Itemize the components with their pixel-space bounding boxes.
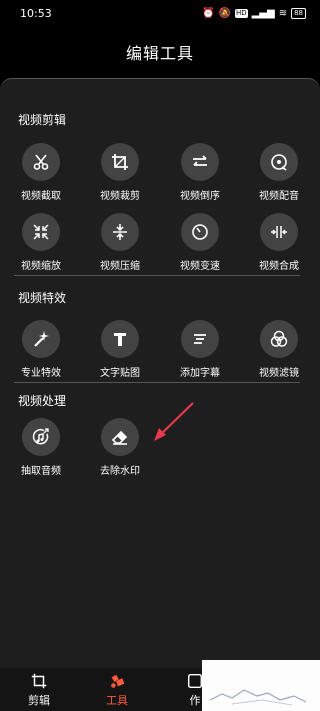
crop-icon	[101, 143, 139, 181]
network-badge: HD	[234, 8, 248, 18]
merge-icon	[260, 213, 298, 251]
nav-label: 作	[189, 693, 201, 707]
tool-label: 视频压缩	[100, 261, 140, 272]
tool-remove-watermark[interactable]: 去除水印	[85, 418, 155, 477]
tool-label: 视频倒序	[180, 191, 220, 202]
alarm-icon: ⏰	[202, 7, 215, 19]
reverse-icon	[181, 143, 219, 181]
battery-indicator: 88	[291, 7, 306, 19]
tools-panel: 视频剪辑 视频截取 视频裁剪 视频倒序 视频配音 视频缩放 视频压缩 视频变速 …	[0, 78, 320, 668]
compress-icon	[101, 213, 139, 251]
dubbing-icon	[260, 143, 298, 181]
extract-audio-icon	[22, 418, 60, 456]
tool-video-filter[interactable]: 视频滤镜	[244, 320, 314, 379]
nav-label: 工具	[106, 693, 128, 707]
tool-label: 视频截取	[21, 191, 61, 202]
tool-label: 去除水印	[100, 466, 140, 477]
tool-text-sticker[interactable]: 文字贴图	[85, 320, 155, 379]
signal-icon: ▂▄▆	[251, 7, 275, 19]
tool-video-speed[interactable]: 视频变速	[165, 213, 235, 272]
tool-label: 添加字幕	[180, 368, 220, 379]
tool-label: 视频缩放	[21, 261, 61, 272]
scale-icon	[22, 213, 60, 251]
section-title-clip: 视频剪辑	[18, 113, 67, 127]
status-icons: ⏰ 🔕 HD ▂▄▆ ≋ 88	[202, 7, 306, 19]
tools-nav-icon	[111, 674, 125, 688]
section-title-process: 视频处理	[18, 394, 67, 408]
magic-icon	[22, 320, 60, 358]
page-title: 编辑工具	[125, 44, 194, 63]
tool-video-crop[interactable]: 视频裁剪	[85, 143, 155, 202]
tool-pro-effects[interactable]: 专业特效	[6, 320, 76, 379]
signature-scribble	[209, 689, 307, 706]
tool-label: 专业特效	[21, 368, 61, 379]
tool-video-compress[interactable]: 视频压缩	[85, 213, 155, 272]
tool-video-reverse[interactable]: 视频倒序	[165, 143, 235, 202]
tool-label: 视频裁剪	[100, 191, 140, 202]
status-bar: 10:53 ⏰ 🔕 HD ▂▄▆ ≋ 88	[0, 0, 320, 26]
title-bar: 编辑工具	[0, 26, 320, 78]
tool-label: 视频合成	[259, 261, 299, 272]
tool-video-scale[interactable]: 视频缩放	[6, 213, 76, 272]
speed-icon	[181, 213, 219, 251]
nav-item-edit[interactable]: 剪辑	[0, 668, 78, 711]
subtitle-icon	[181, 320, 219, 358]
text-icon	[101, 320, 139, 358]
tool-video-dubbing[interactable]: 视频配音	[244, 143, 314, 202]
tool-label: 视频变速	[180, 261, 220, 272]
section-divider	[14, 382, 300, 383]
tool-label: 文字贴图	[100, 368, 140, 379]
nav-item-tools[interactable]: 工具	[78, 668, 156, 711]
tool-video-merge[interactable]: 视频合成	[244, 213, 314, 272]
wifi-icon: ≋	[278, 7, 288, 19]
overlay-image	[202, 660, 320, 711]
scissors-icon	[22, 143, 60, 181]
status-time: 10:53	[20, 6, 52, 20]
tool-add-subtitle[interactable]: 添加字幕	[165, 320, 235, 379]
tool-extract-audio[interactable]: 抽取音频	[6, 418, 76, 477]
filter-icon	[260, 320, 298, 358]
tool-video-trim[interactable]: 视频截取	[6, 143, 76, 202]
eraser-icon	[101, 418, 139, 456]
section-title-effects: 视频特效	[18, 291, 67, 305]
tool-label: 视频配音	[259, 191, 299, 202]
annotation-arrow	[154, 402, 194, 441]
mute-icon: 🔕	[218, 7, 231, 19]
crop-nav-icon	[31, 673, 47, 688]
section-divider	[14, 275, 300, 276]
tool-label: 抽取音频	[21, 466, 61, 477]
tool-label: 视频滤镜	[259, 368, 299, 379]
nav-label: 剪辑	[28, 693, 50, 707]
